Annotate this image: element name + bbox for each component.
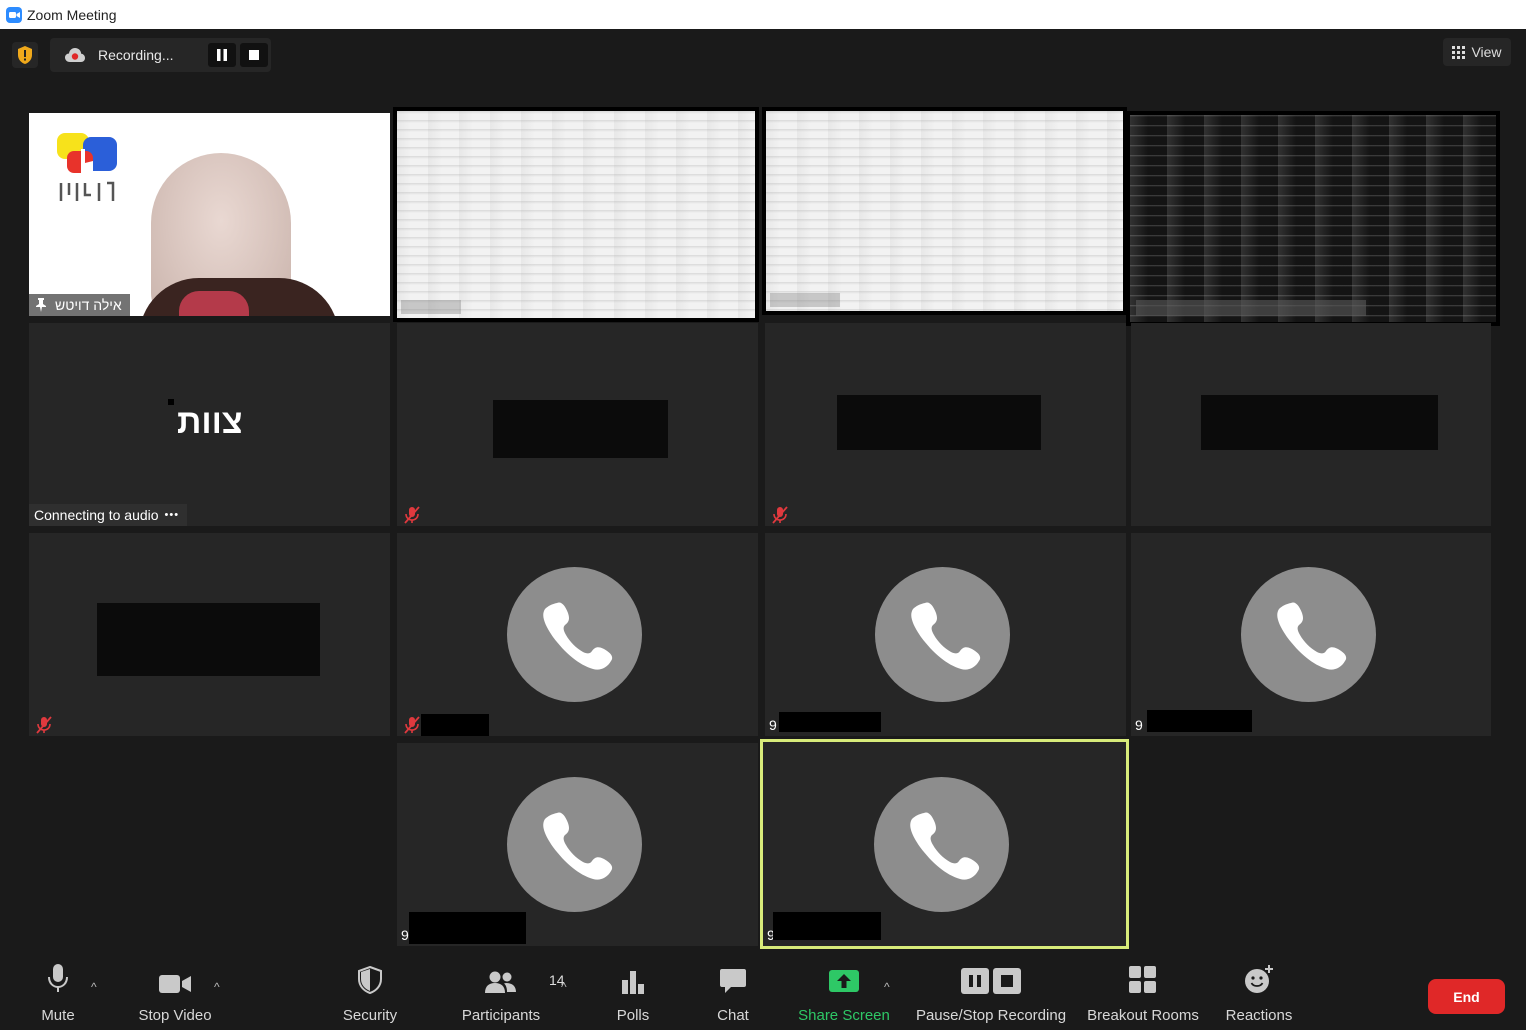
phone-icon (1241, 567, 1376, 702)
phone-participant-tile[interactable]: 9 (397, 743, 758, 946)
window-title: Zoom Meeting (27, 6, 117, 23)
pause-recording-button[interactable] (208, 43, 236, 67)
microphone-icon (48, 964, 68, 992)
chat-bubble-icon (720, 969, 746, 993)
pin-icon (36, 298, 46, 312)
mute-button[interactable]: Mute (34, 960, 82, 1030)
window-title-bar: Zoom Meeting (0, 0, 1526, 29)
participant-tile[interactable] (1131, 323, 1491, 526)
connecting-audio-tag: Connecting to audio ••• (29, 504, 188, 526)
security-button[interactable]: Security (340, 960, 400, 1030)
end-meeting-button[interactable]: End (1428, 979, 1505, 1014)
participant-name-tag: 9 (1135, 717, 1143, 733)
view-label: View (1471, 44, 1502, 60)
phone-icon (875, 567, 1010, 702)
participants-options-caret[interactable]: ^ (561, 980, 567, 994)
video-options-caret[interactable]: ^ (214, 980, 220, 994)
redacted-name (97, 603, 320, 676)
active-speaker-tile[interactable]: 9 (760, 739, 1129, 949)
view-button[interactable]: View (1443, 38, 1511, 66)
redacted-name (1147, 710, 1252, 732)
phone-icon (507, 777, 642, 912)
redacted-name (409, 912, 526, 944)
participant-tile[interactable] (397, 323, 758, 526)
breakout-rooms-button[interactable]: Breakout Rooms (1085, 960, 1201, 1030)
video-tile[interactable] (1126, 111, 1500, 326)
zoom-app-icon (6, 6, 22, 23)
video-tile[interactable] (393, 107, 759, 322)
participants-button[interactable]: 14 Participants (458, 960, 565, 1030)
redacted-name (1136, 300, 1366, 316)
stop-video-button[interactable]: Stop Video (136, 960, 214, 1030)
stop-recording-button[interactable] (240, 43, 268, 67)
logo-icon (57, 133, 117, 203)
muted-mic-icon (36, 716, 52, 734)
participant-tile[interactable]: צוות Connecting to audio ••• (29, 323, 390, 526)
participant-tile[interactable] (765, 323, 1126, 526)
participant-name-tag: אילה דויטש (29, 294, 130, 316)
participants-icon (485, 971, 516, 993)
redacted-name (401, 300, 461, 314)
phone-participant-tile[interactable]: 9 (1131, 533, 1491, 736)
video-tile[interactable] (762, 107, 1127, 315)
participant-tile[interactable] (29, 533, 390, 736)
phone-participant-tile[interactable]: 9 (765, 533, 1126, 736)
polls-button[interactable]: Polls (612, 960, 654, 1030)
redacted-name (421, 714, 489, 736)
phone-icon (874, 777, 1009, 912)
share-screen-button[interactable]: Share Screen (796, 960, 892, 1030)
breakout-rooms-icon (1129, 966, 1156, 993)
redacted-name (770, 293, 840, 307)
audio-options-caret[interactable]: ^ (91, 980, 97, 994)
redacted-name (1201, 395, 1438, 450)
phone-participant-tile[interactable] (397, 533, 758, 736)
redacted-name (779, 712, 881, 732)
bar-chart-icon (622, 971, 644, 994)
video-camera-icon (159, 975, 191, 993)
meeting-toolbar: Mute ^ Stop Video ^ Security 14 Particip… (0, 960, 1526, 1030)
share-screen-icon (829, 970, 859, 992)
muted-mic-icon (404, 506, 420, 524)
redacted-name (493, 400, 668, 458)
reactions-button[interactable]: Reactions (1224, 960, 1294, 1030)
muted-mic-icon (772, 506, 788, 524)
muted-mic-icon (404, 716, 420, 734)
encryption-shield-icon[interactable] (12, 42, 38, 68)
redacted-name (837, 395, 1041, 450)
participant-display-name: צוות (177, 403, 243, 441)
redacted-name (773, 912, 881, 940)
share-options-caret[interactable]: ^ (884, 980, 890, 994)
phone-icon (507, 567, 642, 702)
shield-icon (358, 966, 382, 994)
chat-button[interactable]: Chat (713, 960, 753, 1030)
stop-icon (993, 968, 1021, 994)
smiley-plus-icon (1245, 965, 1273, 993)
video-tile-host[interactable]: אילה דויטש (29, 113, 390, 316)
grid-view-icon (1452, 45, 1466, 59)
cloud-recording-icon (65, 48, 85, 62)
pause-stop-recording-button[interactable]: Pause/Stop Recording (914, 960, 1068, 1030)
recording-indicator: Recording... (50, 38, 271, 72)
recording-label: Recording... (98, 47, 174, 63)
pause-icon (961, 968, 989, 994)
